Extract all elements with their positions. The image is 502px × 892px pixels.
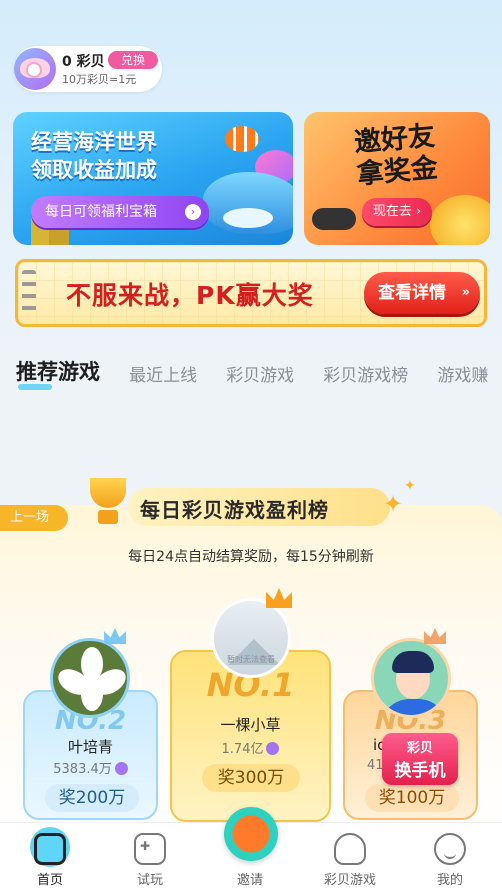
avatar-unavailable-text: 暂时无法查看 — [227, 655, 275, 664]
user-name: 叶培青 — [67, 738, 113, 756]
coin-icon — [266, 742, 280, 755]
reward-amount: 奖300万 — [202, 764, 300, 792]
coin-icon — [114, 762, 128, 775]
dolphin-icon — [203, 172, 293, 234]
invite-icon — [224, 807, 278, 861]
profile-icon — [434, 833, 466, 865]
promo-line-1: 彩贝 — [406, 741, 433, 756]
ocean-banner-title: 经营海洋世界 领取收益加成 — [31, 130, 157, 182]
nav-label: 首页 — [36, 873, 63, 888]
nav-label: 我的 — [436, 873, 463, 888]
leaderboard-title-banner: 每日彩贝游戏盈利榜 — [128, 488, 390, 526]
leaderboard-title: 每日彩贝游戏盈利榜 — [140, 498, 329, 522]
home-icon — [34, 833, 66, 865]
bottom-navigation: 首页 试玩 邀请 彩贝游戏 我的 — [0, 807, 502, 892]
ocean-world-banner[interactable]: 经营海洋世界 领取收益加成 每日可领福利宝箱 › — [13, 112, 293, 245]
invite-friends-banner[interactable]: 邀好友 拿奖金 现在去 › — [304, 112, 490, 245]
pk-challenge-banner[interactable]: 不服来战，PK赢大奖 查看详情 » — [15, 259, 487, 327]
daily-chest-button[interactable]: 每日可领福利宝箱 › — [31, 196, 209, 228]
exchange-rate-text: 10万彩贝=1元 — [62, 73, 137, 86]
nav-profile[interactable]: 我的 — [400, 823, 500, 892]
coin-balance: 0 彩贝 — [62, 54, 105, 70]
gamepad-decoration — [312, 208, 356, 230]
avatar[interactable] — [50, 638, 130, 718]
view-details-button[interactable]: 查看详情 » — [364, 272, 480, 314]
nav-caibei-games[interactable]: 彩贝游戏 — [300, 823, 400, 892]
reward-amount: 奖200万 — [45, 784, 139, 812]
user-name: 一棵小草 — [220, 716, 281, 734]
daily-chest-label: 每日可领福利宝箱 — [45, 204, 157, 220]
trophy-icon — [86, 476, 130, 526]
nav-home[interactable]: 首页 — [0, 823, 100, 892]
nav-trial[interactable]: 试玩 — [100, 823, 200, 892]
previous-round-badge[interactable]: 上一场 — [0, 505, 68, 531]
nav-label: 试玩 — [136, 873, 163, 888]
pk-banner-title: 不服来战，PK赢大奖 — [66, 281, 314, 310]
game-category-tabs: 推荐游戏 最近上线 彩贝游戏 彩贝游戏榜 游戏赚 — [16, 356, 502, 396]
exchange-button[interactable]: 兑换 — [108, 51, 158, 69]
nav-label: 邀请 — [236, 873, 263, 888]
sparkle-icon: ✦ — [404, 478, 416, 494]
sparkle-icon: ✦ — [383, 490, 404, 518]
tab-caibei-ranking[interactable]: 彩贝游戏榜 — [323, 361, 408, 386]
invite-banner-title: 邀好友 拿奖金 — [352, 120, 440, 191]
nav-invite[interactable]: 邀请 — [200, 807, 300, 892]
reward-amount: 奖100万 — [365, 784, 459, 812]
exchange-phone-promo[interactable]: 彩贝 换手机 — [382, 733, 458, 785]
tab-caibei-games[interactable]: 彩贝游戏 — [226, 361, 294, 386]
avatar[interactable]: 暂时无法查看 — [211, 598, 291, 678]
leaderboard-subtitle: 每日24点自动结算奖励，每15分钟刷新 — [128, 549, 374, 565]
double-chevron-icon: » — [461, 285, 470, 300]
view-details-label: 查看详情 — [378, 283, 446, 303]
avatar[interactable] — [371, 638, 451, 718]
nav-label: 彩贝游戏 — [323, 873, 376, 888]
tab-earn[interactable]: 游戏赚 — [437, 361, 488, 386]
user-coin-value: 1.74亿 — [172, 738, 329, 757]
clownfish-icon — [225, 126, 259, 152]
shell-avatar-icon — [14, 48, 56, 90]
gold-coins-decoration — [430, 195, 490, 245]
tab-recommended[interactable]: 推荐游戏 — [16, 356, 100, 390]
promo-line-2: 换手机 — [394, 761, 446, 781]
go-now-button[interactable]: 现在去 › — [362, 198, 432, 226]
user-coin-value: 5383.4万 — [25, 758, 156, 777]
tab-recently-launched[interactable]: 最近上线 — [129, 361, 197, 386]
chevron-right-icon: › — [185, 204, 201, 220]
shell-icon — [334, 833, 366, 865]
coin-balance-pill[interactable]: 0 彩贝 兑换 10万彩贝=1元 — [14, 46, 162, 92]
notebook-rings-decoration — [22, 270, 36, 316]
gamepad-icon — [134, 833, 166, 865]
